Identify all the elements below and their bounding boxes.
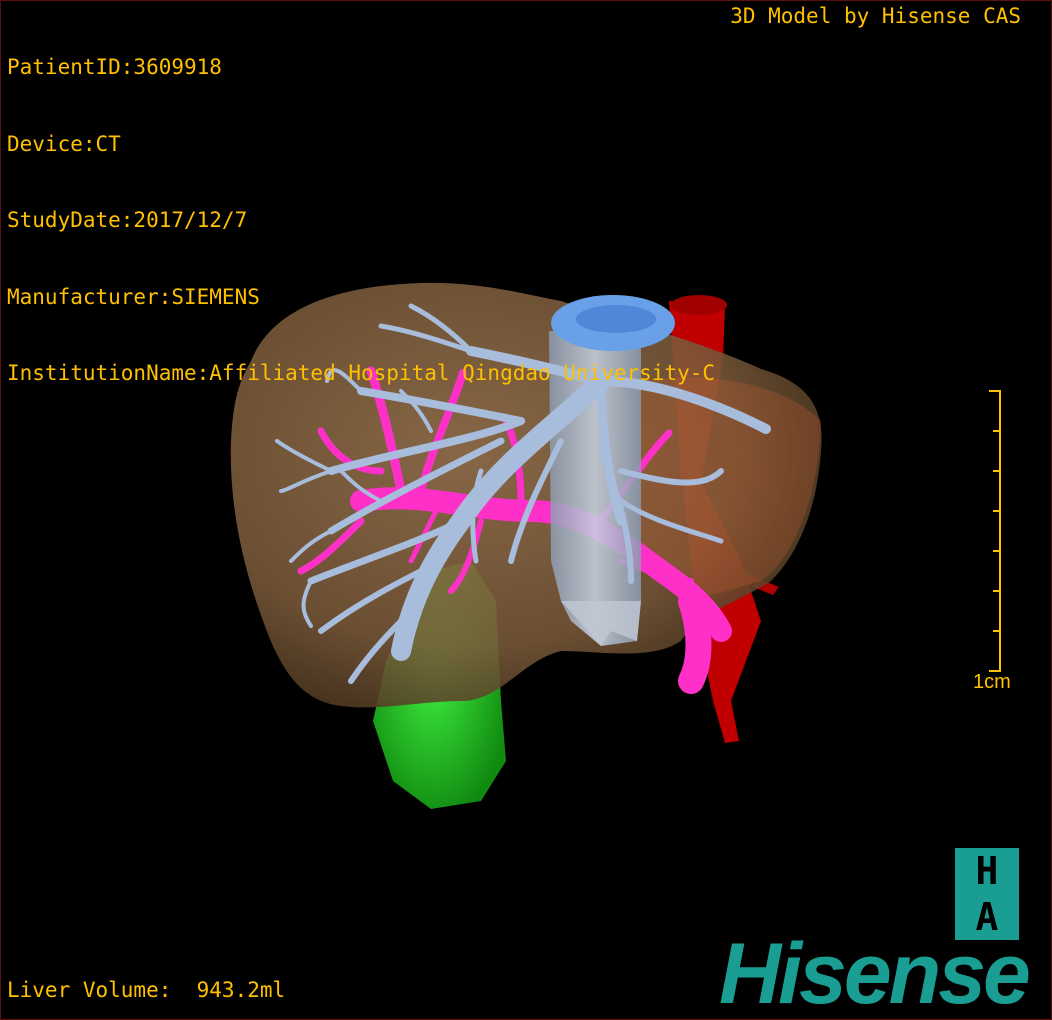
scale-ruler-icon — [989, 390, 1001, 672]
liver-volume-text: Liver Volume: 943.2ml — [7, 978, 286, 1002]
study-date-text: StudyDate:2017/12/7 — [7, 208, 248, 232]
hisense-logo: Hisense — [719, 926, 1031, 1020]
institution-name-text: InstitutionName:Affiliated Hospital Qing… — [7, 361, 716, 385]
manufacturer-text: Manufacturer:SIEMENS — [7, 284, 260, 309]
model-credit-text: 3D Model by Hisense CAS — [730, 4, 1021, 28]
device-text: Device:CT — [7, 131, 121, 156]
3d-viewport[interactable]: PatientID:3609918 Device:CT StudyDate:20… — [0, 0, 1052, 1020]
patient-id-text: PatientID:3609918 — [7, 55, 222, 79]
badge-letter-top: H — [975, 849, 999, 893]
dicom-info-block: PatientID:3609918 Device:CT StudyDate:20… — [7, 4, 715, 438]
scale-label: 1cm — [973, 671, 1011, 693]
